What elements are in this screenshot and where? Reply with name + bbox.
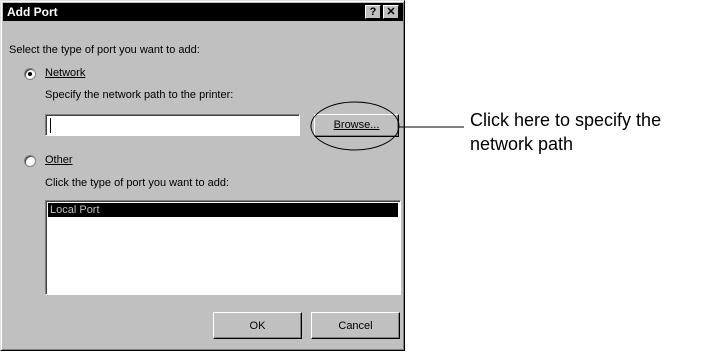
callout-overlay [310,101,464,151]
callout-text-line1: Click here to specify the [470,110,662,130]
callout-text-line2: network path [470,134,574,154]
callout-ellipse [310,101,400,151]
